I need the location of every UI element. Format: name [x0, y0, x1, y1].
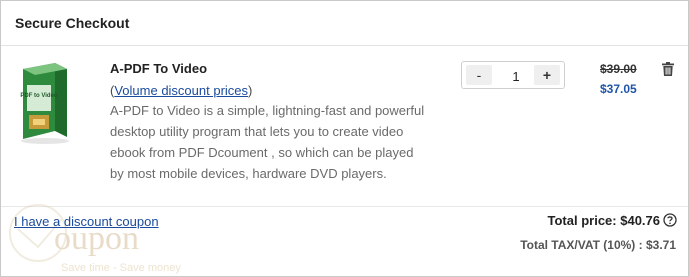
- checkout-header: Secure Checkout: [1, 1, 688, 46]
- total-price: Total price: $40.76: [547, 213, 660, 228]
- product-description: A-PDF to Video is a simple, lightning-fa…: [110, 103, 425, 181]
- quantity-stepper: - +: [461, 61, 565, 89]
- discount-coupon-link[interactable]: I have a discount coupon: [14, 214, 159, 229]
- trash-icon[interactable]: [662, 62, 674, 76]
- volume-paren-close: ): [248, 83, 253, 98]
- summary-divider: [1, 206, 688, 207]
- watermark-tagline: Save time - Save money: [61, 262, 181, 274]
- quantity-decrease-button[interactable]: -: [466, 65, 492, 85]
- checkout-panel: Secure Checkout PDF to Video A-PDF To Vi…: [0, 0, 689, 277]
- quantity-input[interactable]: [494, 66, 538, 86]
- product-name: A-PDF To Video: [110, 61, 208, 76]
- quantity-increase-button[interactable]: +: [534, 65, 560, 85]
- volume-discount-link[interactable]: Volume discount prices: [114, 83, 248, 98]
- product-box-image: PDF to Video: [20, 63, 69, 144]
- tax-vat-total: Total TAX/VAT (10%) : $3.71: [520, 238, 676, 252]
- help-circle-icon[interactable]: [663, 213, 677, 227]
- discounted-price: $37.05: [600, 82, 637, 96]
- product-box-label: PDF to Video: [20, 93, 58, 99]
- original-price: $39.00: [600, 62, 637, 76]
- volume-discount-line: (Volume discount prices): [110, 83, 252, 98]
- checkout-title: Secure Checkout: [15, 15, 130, 31]
